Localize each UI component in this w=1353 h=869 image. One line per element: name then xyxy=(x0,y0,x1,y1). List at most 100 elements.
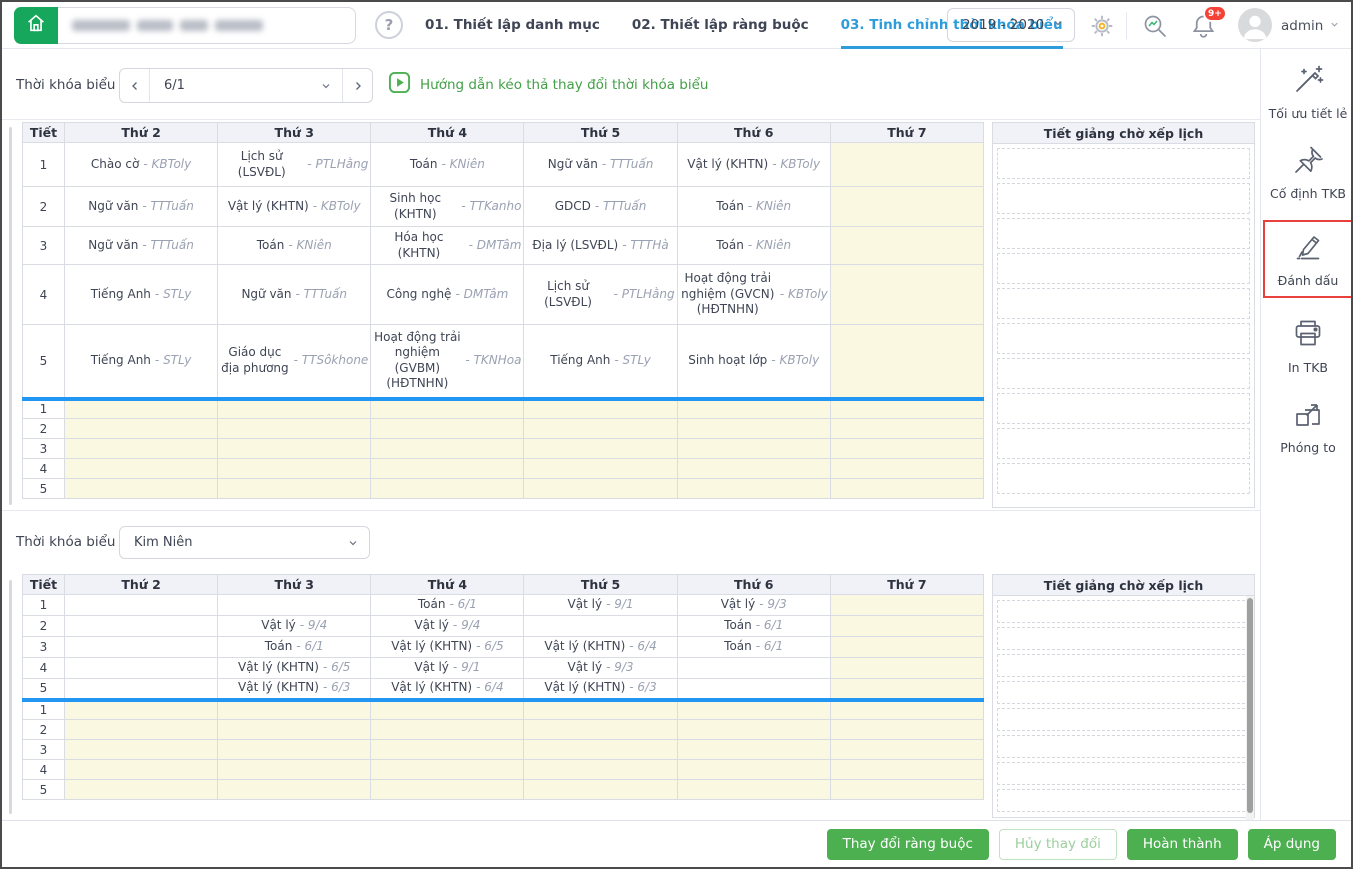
lesson-cell[interactable]: Vật lý (KHTN)KBToly xyxy=(217,186,372,227)
class-select[interactable]: 6/1 xyxy=(150,69,342,102)
lesson-cell[interactable]: Vật lý (KHTN) 6/3 xyxy=(217,678,372,700)
free-slot-cell[interactable] xyxy=(676,739,831,760)
waiting-slot[interactable] xyxy=(997,681,1250,704)
empty-cell[interactable] xyxy=(217,594,372,616)
free-slot-cell[interactable] xyxy=(829,697,985,720)
footer-button-3[interactable]: Hoàn thành xyxy=(1126,828,1238,860)
empty-cell[interactable] xyxy=(63,678,219,700)
waiting-slot[interactable] xyxy=(997,393,1250,424)
waiting-slot[interactable] xyxy=(997,708,1250,731)
sidebar-tool-4[interactable]: In TKB xyxy=(1263,314,1351,378)
drag-drop-guide-link[interactable]: Hướng dẫn kéo thả thay đổi thời khóa biể… xyxy=(388,50,708,119)
free-slot-cell[interactable] xyxy=(523,759,678,780)
free-slot-cell[interactable] xyxy=(63,719,219,740)
scrollbar-thumb[interactable] xyxy=(1247,598,1253,814)
lesson-cell[interactable]: Chào cờKBToly xyxy=(63,142,219,187)
free-slot-cell[interactable] xyxy=(523,438,678,459)
waiting-slot[interactable] xyxy=(997,735,1250,758)
waiting-slot[interactable] xyxy=(997,148,1250,179)
school-year-select[interactable]: 2019 - 2020 xyxy=(947,8,1075,42)
free-slot-cell[interactable] xyxy=(63,438,219,459)
sidebar-tool-5[interactable]: Phóng to xyxy=(1263,394,1351,458)
free-slot-cell[interactable] xyxy=(217,478,372,499)
free-slot-cell[interactable] xyxy=(676,418,831,439)
lesson-cell[interactable]: GDCD TTTuấn xyxy=(523,186,678,227)
waiting-slot[interactable] xyxy=(997,600,1250,623)
lesson-cell[interactable]: Vật lý 9/4 xyxy=(370,615,525,637)
free-slot-cell[interactable] xyxy=(523,739,678,760)
lesson-cell[interactable]: Vật lý (KHTN)KBToly xyxy=(676,142,831,187)
empty-cell[interactable] xyxy=(523,615,678,637)
sidebar-tool-2[interactable]: Cố định TKB xyxy=(1263,140,1351,204)
free-slot-cell[interactable] xyxy=(829,636,985,658)
lesson-cell[interactable]: Toán6/1 xyxy=(217,636,372,658)
free-slot-cell[interactable] xyxy=(829,657,985,679)
lesson-cell[interactable]: ToánKNiên xyxy=(676,186,831,227)
waiting-slot[interactable] xyxy=(997,654,1250,677)
lesson-cell[interactable]: Toán6/1 xyxy=(676,636,831,658)
free-slot-cell[interactable] xyxy=(217,759,372,780)
free-slot-cell[interactable] xyxy=(523,418,678,439)
free-slot-cell[interactable] xyxy=(63,418,219,439)
free-slot-cell[interactable] xyxy=(676,396,831,419)
free-slot-cell[interactable] xyxy=(370,478,525,499)
free-slot-cell[interactable] xyxy=(676,697,831,720)
lesson-cell[interactable]: ToánKNiên xyxy=(217,226,372,265)
next-class-button[interactable] xyxy=(342,69,372,102)
footer-button-4[interactable]: Áp dụng xyxy=(1247,828,1336,860)
free-slot-cell[interactable] xyxy=(217,418,372,439)
free-slot-cell[interactable] xyxy=(829,678,985,700)
search-report-icon[interactable] xyxy=(1141,13,1169,45)
waiting-slot[interactable] xyxy=(997,428,1250,459)
free-slot-cell[interactable] xyxy=(829,719,985,740)
free-slot-cell[interactable] xyxy=(676,779,831,800)
settings-gear-icon[interactable] xyxy=(1089,13,1115,43)
sidebar-tool-1[interactable]: Tối ưu tiết lẻ xyxy=(1263,60,1351,124)
lesson-cell[interactable]: Công nghệDMTâm xyxy=(370,264,525,325)
free-slot-cell[interactable] xyxy=(63,396,219,419)
footer-button-2[interactable]: Hủy thay đổi xyxy=(998,828,1117,860)
free-slot-cell[interactable] xyxy=(523,779,678,800)
free-slot-cell[interactable] xyxy=(370,396,525,419)
empty-cell[interactable] xyxy=(676,657,831,679)
free-slot-cell[interactable] xyxy=(217,458,372,479)
waiting-slot[interactable] xyxy=(997,218,1250,249)
waiting-slot[interactable] xyxy=(997,627,1250,650)
free-slot-cell[interactable] xyxy=(370,418,525,439)
footer-button-1[interactable]: Thay đổi ràng buộc xyxy=(826,828,989,860)
free-slot-cell[interactable] xyxy=(370,759,525,780)
lesson-cell[interactable]: Ngữ vănTTTuấn xyxy=(63,226,219,265)
free-slot-cell[interactable] xyxy=(217,719,372,740)
free-slot-cell[interactable] xyxy=(63,478,219,499)
free-slot-cell[interactable] xyxy=(370,438,525,459)
free-slot-cell[interactable] xyxy=(829,458,985,479)
free-slot-cell[interactable] xyxy=(370,719,525,740)
lesson-cell[interactable]: Ngữ vănTTTuấn xyxy=(217,264,372,325)
lesson-cell[interactable]: Lịch sử (LSVĐL) PTLHằng xyxy=(217,142,372,187)
free-slot-cell[interactable] xyxy=(217,438,372,459)
free-slot-cell[interactable] xyxy=(523,719,678,740)
lesson-cell[interactable]: ToánKNiên xyxy=(676,226,831,265)
empty-cell[interactable] xyxy=(676,678,831,700)
waiting-panel-scrollbar[interactable] xyxy=(1246,596,1254,820)
user-menu[interactable]: admin xyxy=(1281,2,1340,49)
free-slot-cell[interactable] xyxy=(63,458,219,479)
lesson-cell[interactable]: Giáo dục địa phương TTSôkhone xyxy=(217,324,372,399)
lesson-cell[interactable]: Tiếng Anh STLy xyxy=(63,264,219,325)
free-slot-cell[interactable] xyxy=(829,418,985,439)
waiting-slot[interactable] xyxy=(997,762,1250,785)
free-slot-cell[interactable] xyxy=(63,697,219,720)
lesson-cell[interactable]: Vật lý9/3 xyxy=(523,657,678,679)
free-slot-cell[interactable] xyxy=(676,719,831,740)
free-slot-cell[interactable] xyxy=(217,697,372,720)
free-slot-cell[interactable] xyxy=(829,759,985,780)
lesson-cell[interactable]: Lịch sử (LSVĐL) PTLHằng xyxy=(523,264,678,325)
tab-1[interactable]: 01. Thiết lập danh mục xyxy=(425,2,600,49)
free-slot-cell[interactable] xyxy=(676,458,831,479)
free-slot-cell[interactable] xyxy=(370,779,525,800)
free-slot-cell[interactable] xyxy=(829,186,985,227)
lesson-cell[interactable]: Vật lý (KHTN) 6/5 xyxy=(217,657,372,679)
free-slot-cell[interactable] xyxy=(829,226,985,265)
waiting-slot[interactable] xyxy=(997,288,1250,319)
lesson-cell[interactable]: Vật lý9/3 xyxy=(676,594,831,616)
